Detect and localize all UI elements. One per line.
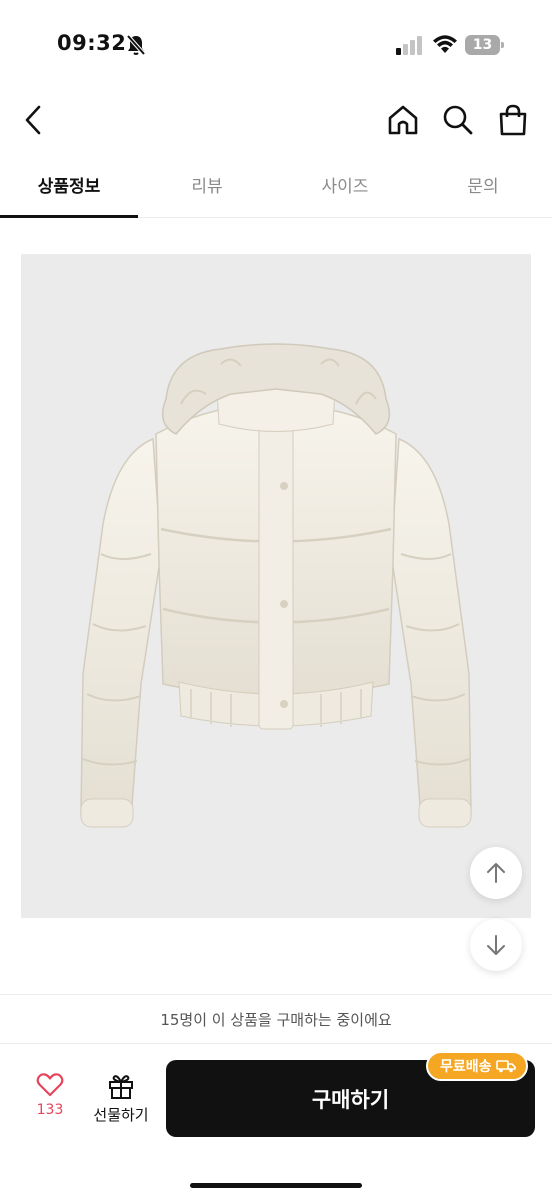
free-shipping-label: 무료배송 [440,1059,492,1075]
product-image [21,254,531,918]
arrow-up-icon [487,863,505,883]
gift-label: 선물하기 [93,1106,149,1124]
scroll-top-button[interactable] [470,847,522,899]
top-nav [0,90,552,150]
bottom-action-bar: 133 선물하기 구매하기 무료배송 [0,1044,552,1200]
status-bar: 09:32 13 [0,0,552,90]
tab-product-info[interactable]: 상품정보 [0,160,138,218]
tab-size[interactable]: 사이즈 [276,160,414,217]
home-indicator [190,1183,362,1188]
free-shipping-badge: 무료배송 [426,1051,528,1081]
gift-icon [109,1075,133,1099]
tab-reviews[interactable]: 리뷰 [138,160,276,217]
like-button[interactable]: 133 [20,1072,80,1136]
home-icon [388,105,418,135]
chevron-left-icon [25,105,41,135]
home-button[interactable] [383,100,423,140]
cart-button[interactable] [493,100,533,140]
battery-icon: 13 [465,35,505,55]
status-time: 09:32 [57,31,127,55]
battery-level: 13 [465,35,500,55]
like-count: 133 [36,1102,64,1118]
tab-inquiry[interactable]: 문의 [414,160,552,217]
purchasing-now-banner: 15명이 이 상품을 구매하는 중이에요 [0,994,552,1044]
product-tabs: 상품정보 리뷰 사이즈 문의 [0,160,552,218]
buy-button-label: 구매하기 [311,1087,390,1112]
puffer-jacket-image [80,343,472,828]
back-button[interactable] [13,100,53,140]
gift-button[interactable]: 선물하기 [86,1072,156,1136]
search-icon [443,105,473,135]
bell-off-icon [126,34,146,56]
signal-icon [396,36,422,55]
scroll-bottom-button[interactable] [470,919,522,971]
arrow-down-icon [487,935,505,955]
heart-icon [36,1073,64,1097]
search-button[interactable] [438,100,478,140]
truck-icon [495,1060,516,1073]
shopping-bag-icon [499,104,527,136]
wifi-icon [433,35,457,53]
